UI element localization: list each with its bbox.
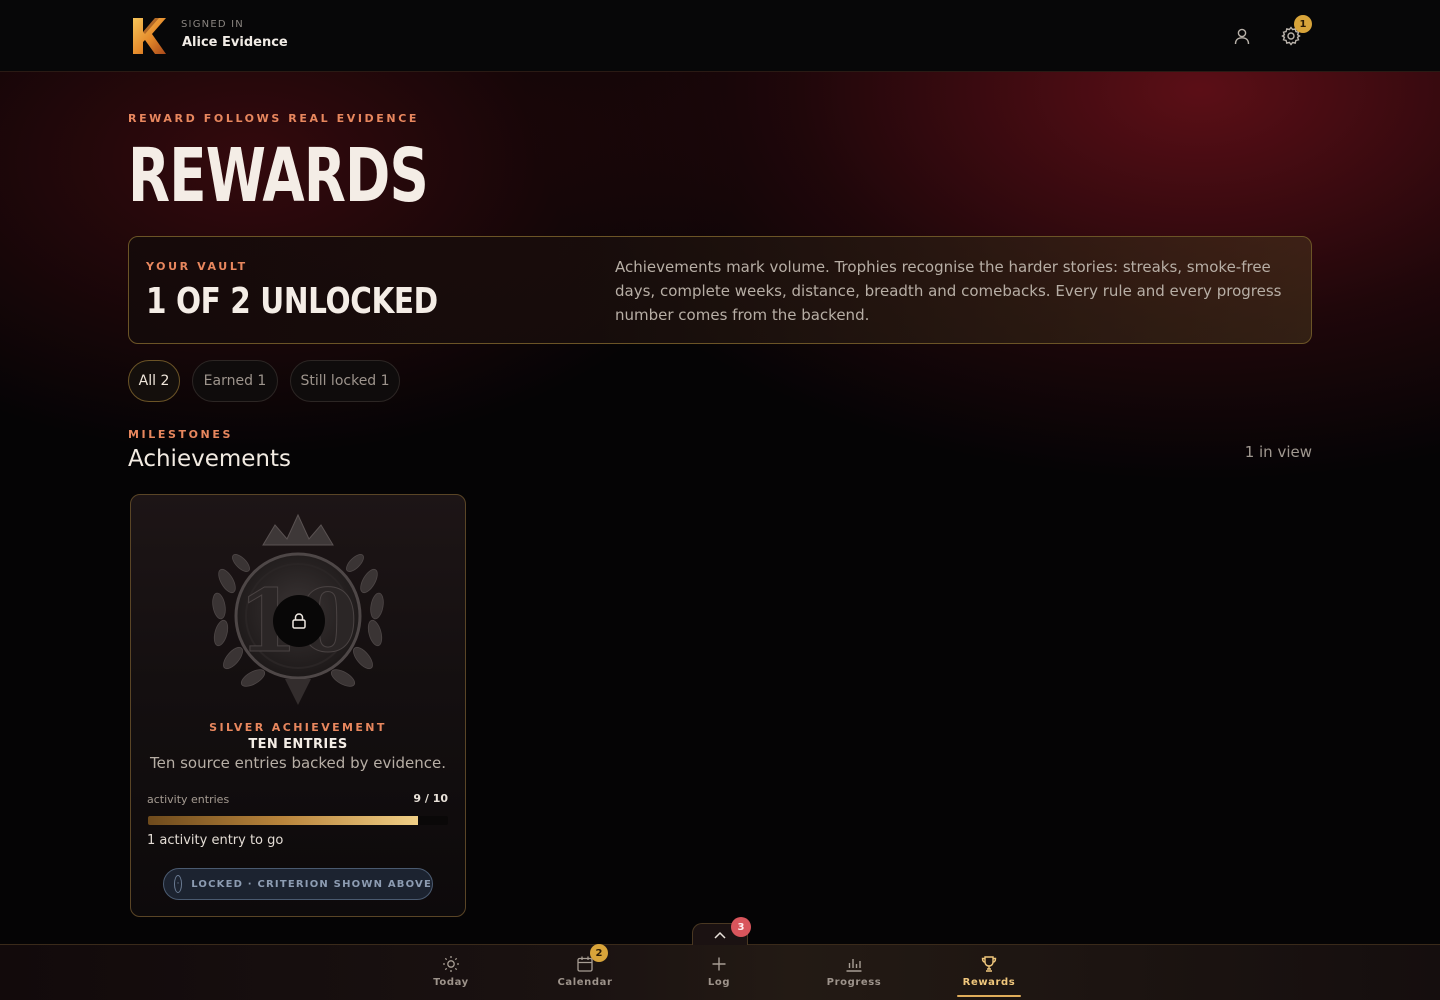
nav-label-rewards: Rewards bbox=[962, 977, 1016, 988]
vault-count: 1 OF 2 UNLOCKED bbox=[146, 281, 438, 322]
nav-label-calendar: Calendar bbox=[557, 977, 613, 988]
nav-today[interactable]: Today bbox=[411, 954, 491, 998]
filter-earned[interactable]: Earned 1 bbox=[192, 360, 278, 402]
chevron-up-icon bbox=[714, 931, 726, 939]
locked-status-pill: · LOCKED · CRITERION SHOWN ABOVE bbox=[163, 868, 433, 900]
calendar-badge: 2 bbox=[590, 944, 608, 962]
section-eyebrow: MILESTONES bbox=[128, 428, 233, 441]
hero-eyebrow: REWARD FOLLOWS REAL EVIDENCE bbox=[128, 112, 419, 125]
vault-eyebrow: YOUR VAULT bbox=[146, 260, 248, 273]
nav-label-today: Today bbox=[433, 977, 469, 988]
vault-description: Achievements mark volume. Trophies recog… bbox=[615, 258, 1282, 324]
vault-card: YOUR VAULT 1 OF 2 UNLOCKED Achievements … bbox=[128, 236, 1312, 344]
nav-log[interactable]: Log bbox=[679, 954, 759, 998]
profile-button[interactable] bbox=[1230, 24, 1254, 48]
user-name: Alice Evidence bbox=[182, 35, 288, 50]
section-title: Achievements bbox=[128, 446, 291, 472]
nav-calendar[interactable]: Calendar bbox=[545, 954, 625, 998]
page-title: REWARDS bbox=[128, 133, 429, 219]
locked-status-text: LOCKED · CRITERION SHOWN ABOVE bbox=[191, 878, 432, 890]
active-tab-indicator bbox=[957, 995, 1021, 997]
achievement-name: TEN ENTRIES bbox=[248, 737, 348, 752]
status-dot-icon: · bbox=[174, 875, 183, 893]
lock-badge bbox=[273, 595, 325, 647]
drawer-badge: 3 bbox=[731, 917, 751, 937]
user-icon bbox=[1234, 28, 1250, 45]
progress-bar bbox=[148, 816, 448, 825]
settings-badge: 1 bbox=[1294, 15, 1312, 33]
bar-chart-icon bbox=[846, 959, 862, 972]
progress-metric-value: 9 / 10 bbox=[413, 792, 448, 805]
progress-bar-fill bbox=[148, 816, 418, 825]
nav-label-log: Log bbox=[707, 977, 731, 988]
in-view-count: 1 in view bbox=[1244, 443, 1312, 461]
signed-in-label: SIGNED IN bbox=[181, 19, 244, 30]
sun-icon bbox=[443, 956, 459, 972]
filter-all[interactable]: All 2 bbox=[128, 360, 180, 402]
nav-rewards[interactable]: Rewards bbox=[949, 954, 1029, 998]
achievement-description: Ten source entries backed by evidence. bbox=[149, 754, 447, 772]
nav-label-progress: Progress bbox=[826, 977, 882, 988]
plus-icon bbox=[712, 957, 726, 971]
top-bar: SIGNED IN Alice Evidence 1 bbox=[0, 0, 1440, 72]
app-logo[interactable] bbox=[131, 16, 167, 56]
progress-remaining: 1 activity entry to go bbox=[147, 833, 284, 848]
achievement-tier: SILVER ACHIEVEMENT bbox=[209, 721, 387, 734]
lock-icon bbox=[292, 613, 306, 629]
trophy-icon bbox=[981, 956, 997, 972]
filter-still-locked[interactable]: Still locked 1 bbox=[290, 360, 400, 402]
progress-metric-label: activity entries bbox=[147, 793, 230, 806]
nav-progress[interactable]: Progress bbox=[814, 954, 894, 998]
achievement-card[interactable]: 10 SILVER ACHIEVEMENT TEN ENTRIES Ten so… bbox=[130, 494, 466, 917]
